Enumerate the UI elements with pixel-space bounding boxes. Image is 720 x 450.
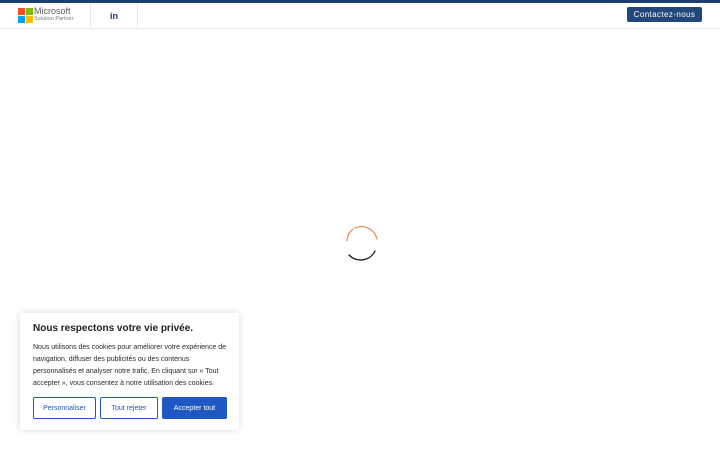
- cookie-description: Nous utilisons des cookies pour améliore…: [33, 342, 233, 390]
- cookie-text-line: accepter », vous consentez à notre utili…: [33, 380, 214, 387]
- cookie-title: Nous respectons votre vie privée.: [33, 323, 194, 334]
- reject-all-button[interactable]: Tout rejeter: [100, 397, 158, 419]
- microsoft-logo-icon: [18, 8, 33, 23]
- logo-subtitle: Solution Partner: [34, 16, 74, 22]
- cookie-text-line: Nous utilisons des cookies pour améliore…: [33, 344, 226, 351]
- accept-all-button[interactable]: Accepter tout: [162, 397, 227, 419]
- contact-button[interactable]: Contactez-nous: [627, 7, 702, 22]
- header-divider: [137, 3, 138, 28]
- site-header: Microsoft Solution Partner in Contactez-…: [0, 3, 720, 29]
- customize-button[interactable]: Personnaliser: [33, 397, 96, 419]
- logo-title: Microsoft: [34, 6, 71, 16]
- cookie-consent-banner: Nous respectons votre vie privée. Nous u…: [20, 313, 239, 430]
- logo-text: Microsoft Solution Partner: [34, 7, 73, 23]
- microsoft-partner-logo[interactable]: Microsoft Solution Partner: [18, 7, 90, 23]
- linkedin-icon: in: [110, 10, 118, 21]
- cookie-text-line: navigation, diffuser des publicités ou d…: [33, 356, 190, 363]
- cookie-text-line: personnalisés et analyser notre trafic. …: [33, 368, 219, 375]
- linkedin-link[interactable]: in: [91, 3, 137, 28]
- spinner-icon: [346, 226, 378, 261]
